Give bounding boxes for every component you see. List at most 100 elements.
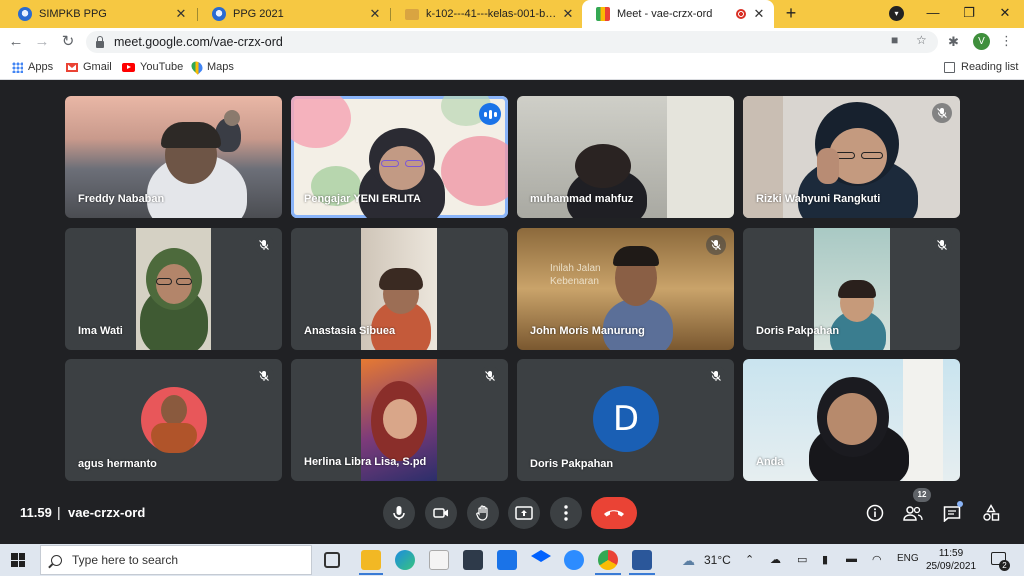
reload-icon[interactable]: ↻ <box>58 32 78 52</box>
restore-button[interactable]: ❐ <box>950 0 988 28</box>
battery-icon[interactable]: ▬ <box>846 553 857 565</box>
meeting-details-button[interactable] <box>863 501 887 525</box>
amazon-app-icon[interactable] <box>429 550 449 570</box>
glasses <box>176 278 192 285</box>
meeting-controls-bar: 11.59 | vae-crzx-ord 12 <box>0 488 1024 544</box>
glasses <box>381 160 399 167</box>
leave-call-button[interactable] <box>591 497 637 529</box>
show-hidden-icons[interactable]: ⌃ <box>745 553 754 566</box>
temperature: 31°C <box>704 553 731 567</box>
search-icon <box>51 554 62 566</box>
taskbar-search-box[interactable]: Type here to search <box>40 545 312 575</box>
tab-kelas[interactable]: k-102---41---kelas-001-bahasa-i ✕ <box>391 0 583 28</box>
participant-name: Herlina Libra Lisa, S.pd <box>304 456 427 468</box>
participant-tile[interactable]: Anda <box>743 359 960 481</box>
zoom-icon[interactable] <box>564 550 584 570</box>
file-explorer-icon[interactable] <box>361 550 381 570</box>
system-clock[interactable]: 11:59 25/09/2021 <box>925 547 977 573</box>
store-icon[interactable] <box>463 550 483 570</box>
participant-tile[interactable]: Pengajar YENI ERLITA <box>291 96 508 218</box>
language-indicator[interactable]: ENG <box>897 553 919 564</box>
raise-hand-button[interactable] <box>467 497 499 529</box>
bookmark-maps[interactable]: Maps <box>189 59 234 75</box>
address-bar[interactable]: meet.google.com/vae-crzx-ord <box>86 31 938 53</box>
task-view-icon[interactable] <box>324 552 340 568</box>
hand-thumbs-up <box>817 148 839 184</box>
tab-search-icon[interactable]: ▾ <box>889 6 904 21</box>
glasses <box>405 160 423 167</box>
camera-icon[interactable]: ■ <box>891 33 898 47</box>
close-window-button[interactable]: ✕ <box>986 0 1024 28</box>
background-caption: Inilah Jalan Kebenaran <box>550 263 601 287</box>
bookmark-label: Gmail <box>83 61 112 73</box>
bookmark-star-icon[interactable]: ☆ <box>916 33 927 47</box>
participant-tile[interactable]: Anastasia Sibuea <box>291 228 508 350</box>
participant-tile[interactable]: Herlina Libra Lisa, S.pd <box>291 359 508 481</box>
network-icon[interactable]: ▭ <box>797 553 807 566</box>
close-icon[interactable]: ✕ <box>368 6 382 22</box>
extensions-icon[interactable]: ✱ <box>948 34 959 50</box>
forward-arrow-icon[interactable]: → <box>32 32 52 52</box>
participant-name: Doris Pakpahan <box>756 325 840 337</box>
edge-browser-icon[interactable] <box>395 550 415 570</box>
reading-list-button[interactable]: Reading list <box>944 61 1018 73</box>
participant-tile[interactable]: Doris Pakpahan <box>743 228 960 350</box>
participant-tile[interactable]: Rizki Wahyuni Rangkuti <box>743 96 960 218</box>
word-icon[interactable] <box>632 550 652 570</box>
profile-avatar[interactable]: V <box>973 33 990 50</box>
microphone-tray-icon[interactable]: ▮ <box>822 553 828 566</box>
chat-icon <box>943 505 961 522</box>
glasses <box>861 152 883 159</box>
onedrive-icon[interactable]: ☁ <box>770 553 781 566</box>
bookmark-gmail[interactable]: Gmail <box>66 61 112 73</box>
wifi-icon[interactable]: ◠ <box>872 553 882 566</box>
bookmark-youtube[interactable]: YouTube <box>122 61 183 73</box>
new-message-indicator <box>957 501 963 507</box>
participant-tile[interactable]: agus hermanto <box>65 359 282 481</box>
participant-name: agus hermanto <box>78 458 157 470</box>
more-options-button[interactable] <box>550 497 582 529</box>
browser-tab-strip: SIMPKB PPG ✕ PPG 2021 ✕ k-102---41---kel… <box>0 0 1024 28</box>
glasses <box>156 278 172 285</box>
participants-button[interactable] <box>901 501 925 525</box>
background-door <box>903 359 943 481</box>
active-app-indicator <box>629 573 655 575</box>
bookmark-apps[interactable]: Apps <box>12 61 53 73</box>
new-tab-button[interactable]: + <box>781 4 801 24</box>
participant-tile[interactable]: Freddy Nababan <box>65 96 282 218</box>
menu-dots-icon[interactable]: ⋮ <box>1000 33 1013 49</box>
participant-name: John Moris Manurung <box>530 325 645 337</box>
close-icon[interactable]: ✕ <box>561 6 575 22</box>
windows-start-icon[interactable] <box>11 553 25 567</box>
participant-tile[interactable]: Ima Wati <box>65 228 282 350</box>
mic-off-icon <box>706 366 726 386</box>
participant-name: Ima Wati <box>78 325 123 337</box>
dropbox-icon[interactable] <box>531 550 551 562</box>
background-flower <box>441 136 508 206</box>
tab-ppg[interactable]: PPG 2021 ✕ <box>198 0 390 28</box>
present-screen-icon <box>515 506 533 520</box>
back-arrow-icon[interactable]: ← <box>6 32 26 52</box>
chrome-icon[interactable] <box>598 550 618 570</box>
mic-off-icon <box>254 366 274 386</box>
close-icon[interactable]: ✕ <box>752 6 766 22</box>
url-text: meet.google.com/vae-crzx-ord <box>114 35 283 49</box>
participant-tile[interactable]: Inilah Jalan Kebenaran John Moris Manuru… <box>517 228 734 350</box>
participant-count-badge: 12 <box>913 488 931 502</box>
tab-meet[interactable]: Meet - vae-crzx-ord ✕ <box>582 0 774 28</box>
present-screen-button[interactable] <box>508 497 540 529</box>
more-vertical-icon <box>564 505 568 521</box>
microphone-icon <box>393 506 405 520</box>
activities-button[interactable] <box>979 501 1003 525</box>
tab-simpkb[interactable]: SIMPKB PPG ✕ <box>4 0 196 28</box>
participant-tile[interactable]: muhammad mahfuz <box>517 96 734 218</box>
weather-icon[interactable]: ☁ <box>682 553 695 569</box>
microphone-button[interactable] <box>383 497 415 529</box>
mail-icon[interactable] <box>497 550 517 570</box>
participant-tile[interactable]: D Doris Pakpahan <box>517 359 734 481</box>
person-video <box>838 280 876 298</box>
camera-button[interactable] <box>425 497 457 529</box>
close-icon[interactable]: ✕ <box>174 6 188 22</box>
minimize-button[interactable]: — <box>914 0 952 28</box>
participant-name: muhammad mahfuz <box>530 193 634 205</box>
